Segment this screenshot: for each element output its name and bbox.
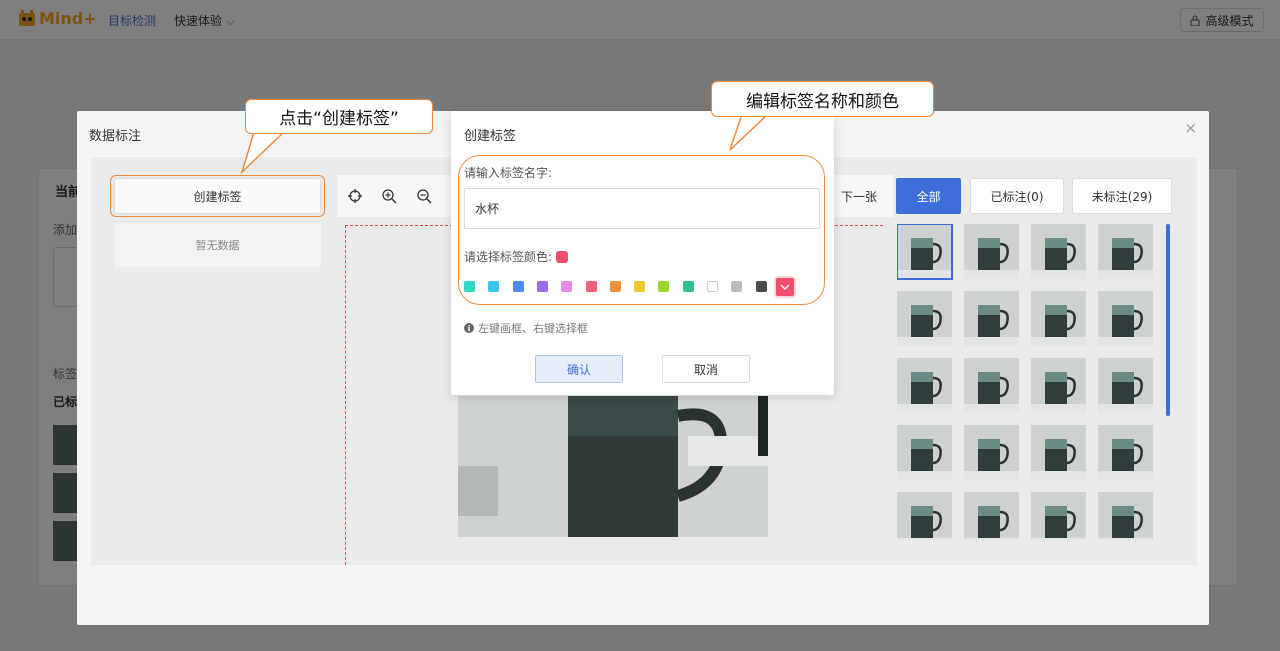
image-thumbnail[interactable] — [1098, 291, 1153, 346]
close-icon[interactable]: × — [1184, 119, 1197, 137]
cup-thumbnail-image — [964, 291, 1019, 346]
image-thumbnail[interactable] — [1098, 492, 1153, 540]
cancel-button[interactable]: 取消 — [662, 355, 750, 383]
cup-thumbnail-image — [1031, 492, 1086, 540]
image-thumbnail[interactable] — [964, 425, 1019, 480]
crosshair-icon[interactable] — [347, 188, 363, 204]
image-thumbnail[interactable] — [1031, 224, 1086, 279]
filter-all-button[interactable]: 全部 — [896, 178, 961, 214]
image-thumbnail[interactable] — [897, 492, 952, 540]
image-thumbnail[interactable] — [897, 291, 952, 346]
cup-thumbnail-image — [964, 425, 1019, 480]
image-thumbnail[interactable] — [897, 358, 952, 413]
cup-thumbnail-image — [897, 425, 952, 480]
thumbnail-scrollbar[interactable] — [1166, 224, 1170, 416]
cup-thumbnail-image — [1031, 358, 1086, 413]
hint-row: 左键画框、右键选择框 — [464, 320, 588, 336]
cup-thumbnail-image — [1031, 291, 1086, 346]
cup-thumbnail-image — [964, 224, 1019, 279]
image-thumbnail[interactable] — [1031, 358, 1086, 413]
create-label-title: 创建标签 — [464, 129, 517, 144]
cup-thumbnail-image — [964, 492, 1019, 540]
image-thumbnail[interactable] — [897, 224, 953, 280]
next-image-button[interactable]: 下一张 — [841, 188, 877, 205]
cup-thumbnail-image — [1031, 425, 1086, 480]
image-thumbnail[interactable] — [964, 358, 1019, 413]
image-thumbnail[interactable] — [1098, 425, 1153, 480]
zoom-in-icon[interactable] — [381, 188, 397, 204]
callout-pointer-left — [240, 131, 285, 175]
cup-photo-image — [458, 396, 768, 537]
image-thumbnail[interactable] — [964, 291, 1019, 346]
zoom-out-icon[interactable] — [416, 188, 432, 204]
highlight-create-label — [110, 175, 325, 217]
image-thumbnail[interactable] — [1098, 224, 1153, 279]
hint-text: 左键画框、右键选择框 — [478, 322, 588, 335]
image-thumbnail[interactable] — [897, 425, 952, 480]
cup-thumbnail-image — [964, 358, 1019, 413]
cup-thumbnail-image — [1098, 358, 1153, 413]
filter-labeled-button[interactable]: 已标注(0) — [970, 178, 1064, 214]
cup-thumbnail-image — [897, 291, 952, 346]
filter-unlabeled-button[interactable]: 未标注(29) — [1072, 178, 1172, 214]
image-thumbnail[interactable] — [1031, 492, 1086, 540]
cup-thumbnail-image — [1031, 224, 1086, 279]
cup-photo — [458, 396, 768, 537]
image-thumbnail[interactable] — [964, 492, 1019, 540]
dialog-title: 数据标注 — [89, 129, 142, 144]
cup-thumbnail-image — [897, 492, 952, 540]
cup-thumbnail-image — [1098, 425, 1153, 480]
image-thumbnail[interactable] — [1031, 425, 1086, 480]
callout-click-create: 点击“创建标签” — [245, 99, 433, 134]
confirm-button[interactable]: 确认 — [535, 355, 623, 383]
highlight-label-form — [458, 155, 825, 305]
info-icon — [464, 323, 474, 333]
image-thumbnail[interactable] — [1098, 358, 1153, 413]
callout-edit-name-color: 编辑标签名称和颜色 — [711, 81, 934, 117]
no-data-text: 暂无数据 — [114, 223, 321, 267]
cup-thumbnail-image — [1098, 291, 1153, 346]
cup-thumbnail-image — [1098, 492, 1153, 540]
image-thumbnail[interactable] — [1031, 291, 1086, 346]
cup-thumbnail-image — [1098, 224, 1153, 279]
cup-thumbnail-image — [897, 358, 952, 413]
image-thumbnail[interactable] — [964, 224, 1019, 279]
cup-thumbnail-image — [897, 224, 952, 279]
image-thumbnail-grid — [897, 224, 1153, 540]
